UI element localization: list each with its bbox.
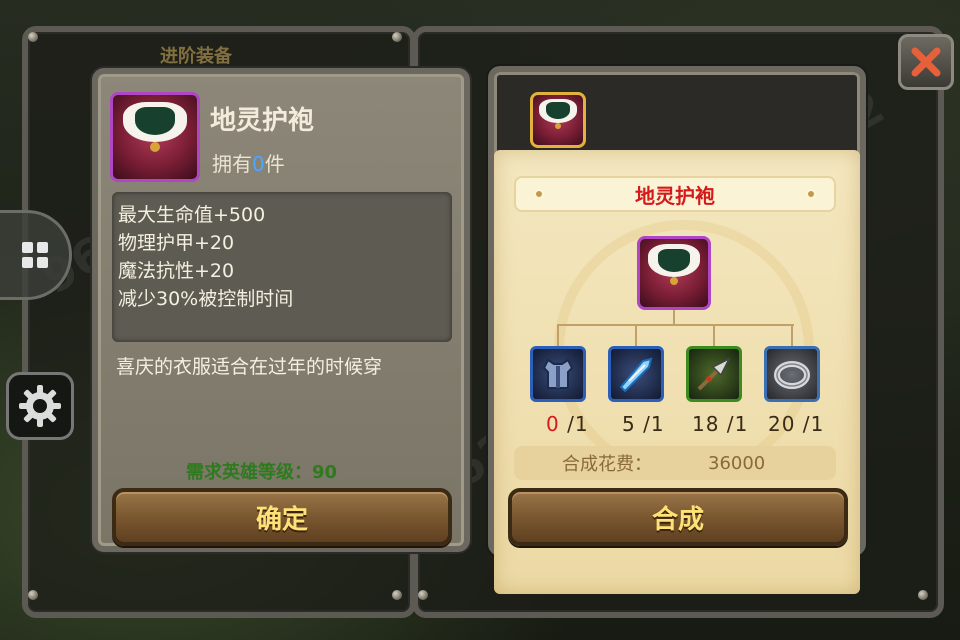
title-dot: [806, 189, 816, 199]
synthesis-title: 地灵护袍: [514, 176, 836, 212]
confirm-button[interactable]: 确定: [112, 488, 452, 546]
close-icon: [911, 47, 941, 77]
selected-item-slot[interactable]: [530, 92, 586, 148]
stat-line: 魔法抗性+20: [118, 260, 235, 282]
rivet: [28, 590, 38, 600]
rivet: [392, 590, 402, 600]
item-description: 喜庆的衣服适合在过年的时候穿: [116, 356, 383, 378]
owned-number: 0: [252, 152, 265, 176]
tree-line: [673, 310, 675, 324]
stat-line: 减少30%被控制时间: [118, 288, 294, 310]
owned-prefix: 拥有: [212, 152, 252, 176]
tree-line: [557, 324, 559, 346]
tree-line: [713, 324, 715, 346]
synthesis-cost: 合成花费： 36000: [514, 446, 836, 480]
material-count: 5 /1: [622, 412, 665, 436]
ice-crystal-icon[interactable]: [608, 346, 664, 402]
owned-suffix: 件: [264, 152, 285, 176]
close-button[interactable]: [898, 34, 954, 90]
owned-count: 拥有0件: [212, 148, 285, 177]
material-need: 1: [650, 412, 665, 436]
material-need: 1: [810, 412, 825, 436]
cost-label: 合成花费：: [562, 454, 652, 475]
material-need: 1: [734, 412, 749, 436]
stat-line: 最大生命值+500: [118, 204, 266, 226]
material-have: 18: [692, 412, 720, 436]
rivet: [418, 590, 428, 600]
item-name: 地灵护袍: [210, 106, 315, 136]
tree-line: [791, 324, 793, 346]
rivet: [392, 32, 402, 42]
gear-icon: [19, 385, 61, 427]
tree-line: [635, 324, 637, 346]
background-tab-label: 进阶装备: [160, 46, 232, 67]
rivet: [28, 32, 38, 42]
fur-robe-icon: [110, 92, 200, 182]
cost-value: 36000: [708, 452, 766, 474]
spear-tip-icon[interactable]: [686, 346, 742, 402]
armor-vest-icon[interactable]: [530, 346, 586, 402]
settings-button[interactable]: [6, 372, 74, 440]
stat-line: 物理护甲+20: [118, 232, 235, 254]
grid-icon: [21, 242, 48, 268]
title-dot: [534, 189, 544, 199]
material-have: 5: [622, 412, 636, 436]
level-requirement: 需求英雄等级：90: [186, 462, 338, 483]
material-have: 20: [768, 412, 796, 436]
tree-line: [558, 324, 794, 326]
material-count: 0 /1: [546, 412, 589, 436]
material-count: 20 /1: [768, 412, 825, 436]
synthesize-button[interactable]: 合成: [508, 488, 848, 546]
silver-ring-icon[interactable]: [764, 346, 820, 402]
rivet: [918, 590, 928, 600]
material-need: 1: [574, 412, 589, 436]
material-have: 0: [546, 412, 560, 436]
material-count: 18 /1: [692, 412, 749, 436]
result-item-icon: [637, 236, 711, 310]
